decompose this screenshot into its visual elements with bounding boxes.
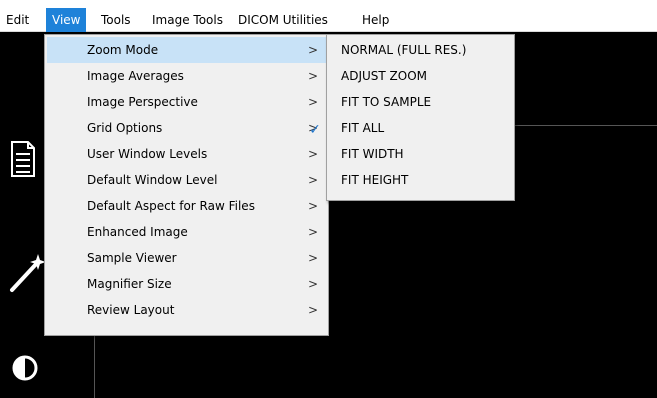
submenu-item-fit-width[interactable]: FIT WIDTH (329, 141, 512, 167)
view-menu: Zoom Mode > Image Averages > Image Persp… (44, 34, 329, 336)
checkmark-glyph: ✓ (309, 122, 321, 138)
check-icon: ✓ (300, 117, 330, 143)
menu-item-label: Image Averages (87, 69, 184, 83)
menu-item-default-window-level[interactable]: Default Window Level > (47, 167, 326, 193)
menu-item-label: Sample Viewer (87, 251, 177, 265)
menu-item-grid-options[interactable]: Grid Options > (47, 115, 326, 141)
menu-item-label: Magnifier Size (87, 277, 172, 291)
menu-item-label: Default Window Level (87, 173, 218, 187)
menu-item-label: Enhanced Image (87, 225, 188, 239)
menu-item-image-averages[interactable]: Image Averages > (47, 63, 326, 89)
menu-image-tools[interactable]: Image Tools (146, 8, 229, 32)
menu-item-label: Grid Options (87, 121, 163, 135)
submenu-item-fit-all[interactable]: FIT ALL (329, 115, 512, 141)
document-icon[interactable] (10, 140, 40, 180)
menu-view[interactable]: View (46, 8, 87, 32)
menu-item-label: Image Perspective (87, 95, 198, 109)
menu-item-label: Review Layout (87, 303, 175, 317)
menu-dicom-utilities[interactable]: DICOM Utilities (232, 8, 334, 32)
submenu-arrow-icon: > (307, 95, 318, 109)
window-top-edge (0, 0, 657, 8)
contrast-icon[interactable] (12, 355, 38, 381)
submenu-arrow-icon: > (307, 277, 318, 291)
submenu-arrow-icon: > (307, 173, 318, 187)
submenu-item-label: ADJUST ZOOM (341, 69, 427, 83)
submenu-arrow-icon: > (307, 303, 318, 317)
submenu-item-label: FIT WIDTH (341, 147, 404, 161)
submenu-arrow-icon: > (307, 225, 318, 239)
menu-help[interactable]: Help (356, 8, 395, 32)
submenu-arrow-icon: > (307, 43, 318, 57)
menu-item-sample-viewer[interactable]: Sample Viewer > (47, 245, 326, 271)
menu-item-enhanced-image[interactable]: Enhanced Image > (47, 219, 326, 245)
menu-item-label: Default Aspect for Raw Files (87, 199, 255, 213)
menu-item-label: Zoom Mode (87, 43, 159, 57)
menu-item-label: User Window Levels (87, 147, 208, 161)
submenu-arrow-icon: > (307, 251, 318, 265)
submenu-item-label: NORMAL (FULL RES.) (341, 43, 467, 57)
menu-item-default-aspect-raw[interactable]: Default Aspect for Raw Files > (47, 193, 326, 219)
submenu-item-adjust-zoom[interactable]: ADJUST ZOOM (329, 63, 512, 89)
menu-item-review-layout[interactable]: Review Layout > (47, 297, 326, 323)
submenu-arrow-icon: > (307, 147, 318, 161)
submenu-item-fit-height[interactable]: FIT HEIGHT (329, 167, 512, 193)
submenu-item-label: FIT ALL (341, 121, 385, 135)
submenu-arrow-icon: > (307, 69, 318, 83)
zoom-mode-submenu: NORMAL (FULL RES.) ADJUST ZOOM FIT TO SA… (326, 34, 515, 201)
magic-wand-icon[interactable] (8, 250, 46, 294)
menu-item-zoom-mode[interactable]: Zoom Mode > (47, 37, 326, 63)
submenu-item-label: FIT TO SAMPLE (341, 95, 432, 109)
menu-edit[interactable]: Edit (0, 8, 35, 32)
submenu-item-fit-to-sample[interactable]: FIT TO SAMPLE (329, 89, 512, 115)
menu-item-image-perspective[interactable]: Image Perspective > (47, 89, 326, 115)
submenu-item-normal-full-res[interactable]: NORMAL (FULL RES.) (329, 37, 512, 63)
menu-tools[interactable]: Tools (95, 8, 137, 32)
menu-item-magnifier-size[interactable]: Magnifier Size > (47, 271, 326, 297)
submenu-arrow-icon: > (307, 199, 318, 213)
menu-item-user-window-levels[interactable]: User Window Levels > (47, 141, 326, 167)
menu-bar: Edit View Tools Image Tools DICOM Utilit… (0, 8, 657, 32)
submenu-item-label: FIT HEIGHT (341, 173, 409, 187)
